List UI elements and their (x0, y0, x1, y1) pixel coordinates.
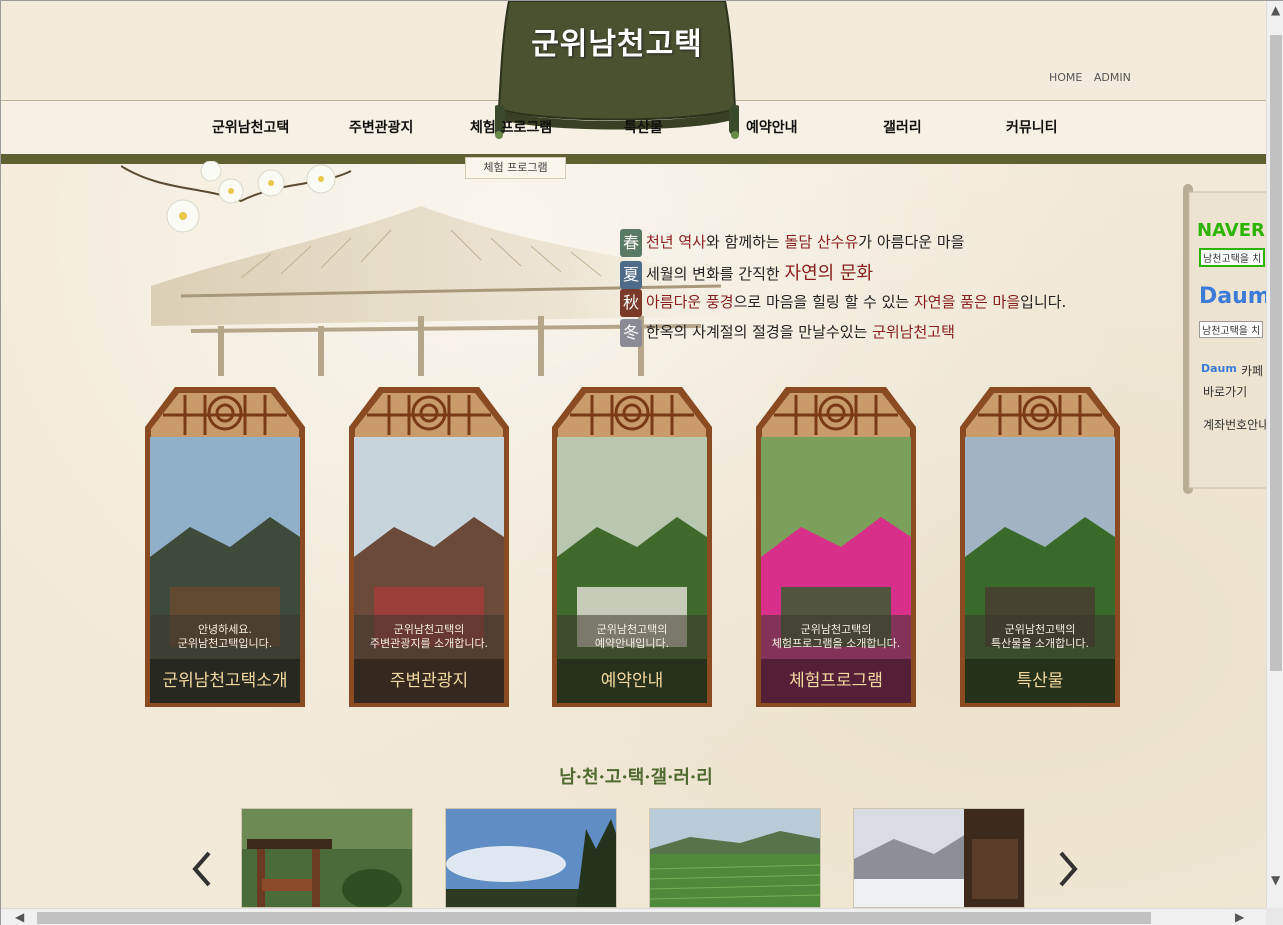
vertical-scroll-thumb[interactable] (1270, 35, 1282, 671)
spring-text-1: 천년 역사 (646, 233, 706, 251)
naver-logo[interactable]: NAVER (1197, 220, 1265, 241)
card-title[interactable]: 예약안내 (557, 659, 707, 703)
card-desc-line-2: 특산물을 소개합니다. (990, 637, 1090, 650)
daum-search-box[interactable]: 남천고택을 치 (1199, 321, 1264, 338)
logo-text: 군위남천고택 (531, 27, 703, 62)
menu-item-about[interactable]: 군위남천고택 (212, 117, 289, 137)
card-desc-line-1: 안녕하세요. (197, 623, 253, 636)
menu-item-community[interactable]: 커뮤니티 (1006, 117, 1058, 137)
gallery-photo-2 (446, 809, 616, 907)
page-background: 군위남천고택 HOME ADMIN 군위남천고택 주변관광지 체험 프로그램 특… (1, 1, 1266, 908)
gallery-thumb-1[interactable] (241, 808, 413, 908)
menu-item-gallery[interactable]: 갤러리 (883, 117, 922, 137)
feature-card-2[interactable]: 군위남천고택의 주변관광지를 소개합니다. 주변관광지 (349, 387, 509, 707)
main-menu: 군위남천고택 주변관광지 체험 프로그램 특산물 예약안내 갤러리 커뮤니티 (1, 117, 1266, 139)
scroll-down-icon[interactable]: ▼ (1271, 873, 1280, 887)
season-spring: 春 천년 역사와 함께하는 돌담 산수유가 아름다운 마을 (620, 229, 964, 257)
gallery-next-arrow-icon[interactable] (1057, 849, 1081, 889)
gallery-photo-1 (242, 809, 412, 907)
card-desc-line-1: 군위남천고택의 (800, 623, 872, 636)
winter-text-2: 군위남천고택 (872, 323, 955, 341)
scroll-up-icon[interactable]: ▲ (1271, 3, 1280, 17)
spring-badge: 春 (620, 229, 642, 257)
spring-text-2: 와 함께하는 (705, 233, 785, 251)
gallery-thumb-2[interactable] (445, 808, 617, 908)
autumn-text-4: 입니다. (1020, 293, 1067, 311)
home-link[interactable]: HOME (1049, 71, 1082, 84)
spring-text-4: 가 아름다운 마을 (858, 233, 965, 251)
feature-card-5[interactable]: 군위남천고택의 특산물을 소개합니다. 특산물 (960, 387, 1120, 707)
summer-text-2: 자연의 문화 (784, 263, 874, 284)
card-title[interactable]: 특산물 (965, 659, 1115, 703)
card-desc-line-2: 체험프로그램을 소개합니다. (771, 637, 901, 650)
naver-search-box[interactable]: 남천고택을 치 (1199, 248, 1266, 267)
card-title[interactable]: 주변관광지 (354, 659, 504, 703)
card-desc-line-1: 군위남천고택의 (393, 623, 465, 636)
daum-logo[interactable]: Daum (1199, 284, 1266, 309)
autumn-text-3: 자연을 품은 마을 (914, 293, 1021, 311)
card-title[interactable]: 체험프로그램 (761, 659, 911, 703)
card-desc-line-2: 예약안내입니다. (594, 637, 670, 650)
card-description: 군위남천고택의 특산물을 소개합니다. (965, 615, 1115, 659)
scroll-right-icon[interactable]: ▶ (1235, 910, 1244, 924)
menu-item-specialty[interactable]: 특산물 (624, 117, 663, 137)
daum-cafe-label[interactable]: 카페 (1241, 362, 1263, 379)
vertical-scrollbar[interactable]: ▲ ▼ (1266, 1, 1283, 908)
card-desc-line-1: 군위남천고택의 (1004, 623, 1076, 636)
summer-text-1: 세월의 변화를 간직한 (646, 265, 785, 283)
horizontal-scroll-thumb[interactable] (37, 912, 1151, 924)
menu-item-reservation[interactable]: 예약안내 (746, 117, 798, 137)
winter-text-1: 한옥의 사계절의 절경을 만날수있는 (646, 323, 873, 341)
scroll-left-icon[interactable]: ◀ (15, 910, 24, 924)
card-title[interactable]: 군위남천고택소개 (150, 659, 300, 703)
gallery-title: 남·천·고·택·갤·러·리 (559, 767, 713, 788)
gallery-photo-4 (854, 809, 1024, 907)
season-autumn: 秋 아름다운 풍경으로 마음을 힐링 할 수 있는 자연을 품은 마을입니다. (620, 289, 1066, 317)
summer-badge: 夏 (620, 261, 642, 289)
card-description: 안녕하세요. 군위남천고택입니다. (150, 615, 300, 659)
card-desc-line-2: 주변관광지를 소개합니다. (369, 637, 489, 650)
account-info-link[interactable]: 계좌번호안내 (1203, 416, 1266, 433)
autumn-text-1: 아름다운 풍경 (646, 293, 734, 311)
gallery-thumb-3[interactable] (649, 808, 821, 908)
spring-text-3: 돌담 산수유 (784, 233, 859, 251)
autumn-text-2: 으로 마음을 힐링 할 수 있는 (733, 293, 914, 311)
card-description: 군위남천고택의 예약안내입니다. (557, 615, 707, 659)
gallery-thumb-4[interactable] (853, 808, 1025, 908)
daum-cafe-link[interactable]: 바로가기 (1203, 383, 1247, 400)
menu-item-tourism[interactable]: 주변관광지 (349, 117, 413, 137)
feature-card-3[interactable]: 군위남천고택의 예약안내입니다. 예약안내 (552, 387, 712, 707)
autumn-badge: 秋 (620, 289, 642, 317)
card-description: 군위남천고택의 체험프로그램을 소개합니다. (761, 615, 911, 659)
top-links: HOME ADMIN (1049, 71, 1139, 84)
gallery-photo-3 (650, 809, 820, 907)
winter-badge: 冬 (620, 319, 642, 347)
admin-link[interactable]: ADMIN (1094, 71, 1131, 84)
quick-links-sidebar: NAVER 남천고택을 치 Daum 남천고택을 치 Daum 카페 바로가기 … (1179, 184, 1266, 494)
feature-card-1[interactable]: 안녕하세요. 군위남천고택입니다. 군위남천고택소개 (145, 387, 305, 707)
card-desc-line-1: 군위남천고택의 (596, 623, 668, 636)
card-description: 군위남천고택의 주변관광지를 소개합니다. (354, 615, 504, 659)
feature-card-4[interactable]: 군위남천고택의 체험프로그램을 소개합니다. 체험프로그램 (756, 387, 916, 707)
horizontal-scrollbar[interactable]: ◀ ▶ (1, 908, 1266, 925)
gallery-prev-arrow-icon[interactable] (189, 849, 213, 889)
card-desc-line-2: 군위남천고택입니다. (177, 637, 273, 650)
menu-item-program[interactable]: 체험 프로그램 (470, 117, 552, 137)
season-summer: 夏 세월의 변화를 간직한 자연의 문화 (620, 259, 873, 289)
daum-cafe-logo[interactable]: Daum (1201, 362, 1237, 375)
season-winter: 冬 한옥의 사계절의 절경을 만날수있는 군위남천고택 (620, 319, 955, 347)
scrollbar-corner (1266, 908, 1283, 925)
